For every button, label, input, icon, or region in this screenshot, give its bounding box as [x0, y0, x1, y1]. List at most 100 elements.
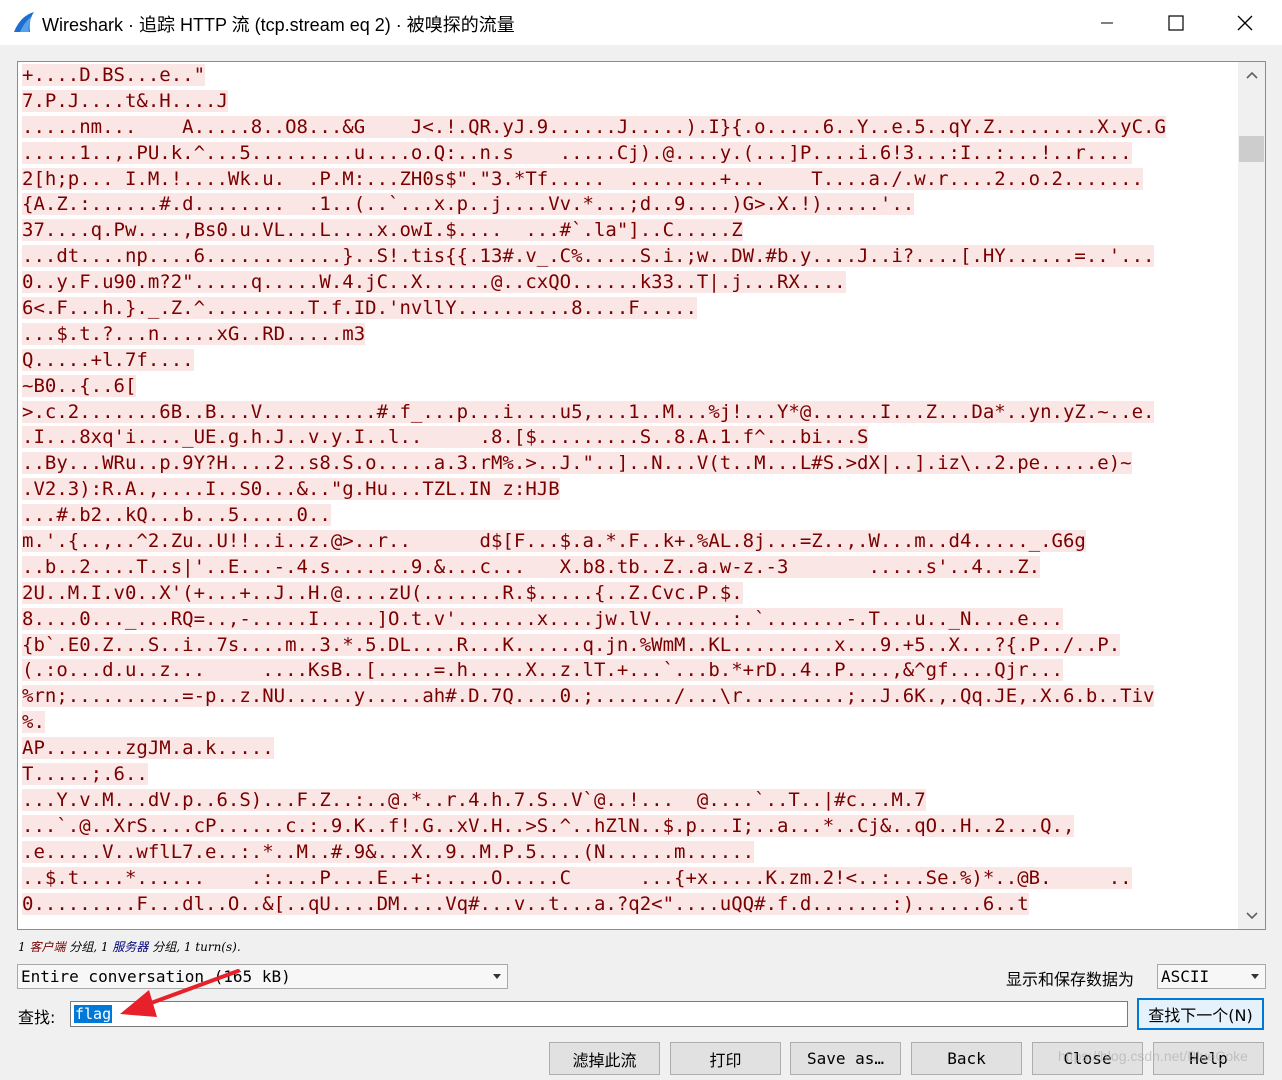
stream-line: .V2.3):R.A.,....I..S0...&.."g.Hu...TZL.I…	[18, 477, 1238, 503]
stream-line-text: 0.........F...dl..O..&[..qU....DM....Vq#…	[22, 892, 1029, 915]
stream-line: .....1..,.PU.k.^...5.........u....o.Q:..…	[18, 141, 1238, 167]
stream-line-text: 0..y.F.u90.m?2".....q.....W.4.jC..X.....…	[22, 271, 846, 294]
stream-content-area[interactable]: +....D.BS...e.." 7.P.J....t&.H....J .....n…	[17, 61, 1266, 930]
stream-line-text: ..$.t....*...... .:....P....E..+:.....O.…	[22, 866, 1132, 889]
client-label: 客户端	[29, 940, 66, 954]
stream-line-text: ~B0..{..6[	[22, 374, 137, 397]
stream-line-text: ...dt....np....6............}..S!.tis{{.…	[22, 245, 1155, 268]
wireshark-fin-icon	[14, 12, 34, 32]
stream-line-text: 2[h;p... I.M.!....Wk.u. .P.M:...ZH0s$"."…	[22, 167, 1144, 190]
find-input[interactable]: flag	[70, 1001, 1128, 1027]
minimize-icon	[1101, 22, 1113, 23]
stream-line: AP.......zgJM.a.k.....	[18, 736, 1238, 762]
back-button[interactable]: Back	[911, 1042, 1022, 1075]
stream-line-text: ..By...WRu..p.9Y?H....2..s8.S.o.....a.3.…	[22, 452, 1132, 475]
stream-line: 0..y.F.u90.m?2".....q.....W.4.jC..X.....…	[18, 270, 1238, 296]
stream-line: ...dt....np....6............}..S!.tis{{.…	[18, 244, 1238, 270]
stream-line-text: 2U..M.I.v0..X'(+...+..J..H.@....zU(.....…	[22, 581, 743, 604]
stream-line-text: {b`.E0.Z...S..i..7s....m..3.*.5.DL....R.…	[22, 633, 1121, 656]
stream-line: .e.....V..wflL7.e..:.*..M..#.9&...X..9..…	[18, 840, 1238, 866]
stream-line-text: .e.....V..wflL7.e..:.*..M..#.9&...X..9..…	[22, 840, 755, 863]
stream-line-text: ...Y.v.M...dV.p..6.S)...F.Z..:..@.*..r.4…	[22, 788, 926, 811]
find-next-button[interactable]: 查找下一个(N)	[1137, 998, 1264, 1030]
stream-line-text: T.....;.6..	[22, 763, 148, 786]
stream-line-text: Q.....+l.7f....	[22, 348, 194, 371]
close-icon	[1237, 15, 1253, 30]
stream-line-text: .....nm... A.....8..O8...&G J<.!.QR.yJ.9…	[22, 115, 1166, 138]
stream-text[interactable]: +....D.BS...e.." 7.P.J....t&.H....J .....n…	[18, 62, 1238, 929]
stream-line-text: 37....q.Pw....,Bs0.u.VL...L....x.owI.$..…	[22, 219, 743, 242]
stream-line-text: 8....0..._...RQ=..,-.....I.....]O.t.v'..…	[22, 607, 1063, 630]
stream-line: ...`.@..XrS....cP......c.:.9.K..f!.G..xV…	[18, 814, 1238, 840]
print-button[interactable]: 打印	[670, 1042, 781, 1075]
stream-line: ..b..2....T..s|'..E...-.4.s.......9.&...…	[18, 555, 1238, 581]
stream-line-text: 7.P.J....t&.H....J	[22, 89, 228, 112]
stream-line: (.:o...d.u..z... ....KsB..[.....=.h.....…	[18, 658, 1238, 684]
watermark-text: https://blog.csdn.net/BlueCoke	[1058, 1048, 1248, 1064]
format-label: 显示和保存数据为	[1006, 970, 1135, 989]
stream-line-text: %rn;..........=-p..z.NU......y.....ah#.D…	[22, 685, 1155, 708]
stream-line-text: .....1..,.PU.k.^...5.........u....o.Q:..…	[22, 141, 1132, 164]
stream-line-text: ...$.t.?...n.....xG..RD.....m3	[22, 322, 366, 345]
stream-line: 0.........F...dl..O..&[..qU....DM....Vq#…	[18, 892, 1238, 918]
stream-line-text: ...#.b2..kQ...b...5.....0..	[22, 504, 331, 527]
dropdown-arrow-icon	[1251, 974, 1259, 979]
stream-line: 2[h;p... I.M.!....Wk.u. .P.M:...ZH0s$"."…	[18, 167, 1238, 193]
stream-line: +....D.BS...e.."	[18, 63, 1238, 89]
find-input-value: flag	[74, 1005, 113, 1023]
stream-line-text: >.c.2.......6B..B...V..........#.f_...p.…	[22, 400, 1155, 423]
maximize-icon	[1168, 14, 1184, 31]
stream-line-text: m.'.{..,..^2.Zu..U!!..i..z.@>..r.. d$[F.…	[22, 530, 1086, 553]
stream-line: T.....;.6..	[18, 762, 1238, 788]
window-title: Wireshark · 追踪 HTTP 流 (tcp.stream eq 2) …	[42, 15, 515, 35]
stream-line: {A.Z.:......#.d........ .1..(..`...x.p..…	[18, 192, 1238, 218]
stream-line-text: +....D.BS...e.."	[22, 64, 206, 86]
summary-part-3: 分组, 1 turn(s).	[148, 940, 241, 954]
stream-line-text: 6<.F...h.}._.Z.^.........T.f.ID.'nvllY..…	[22, 297, 697, 320]
stream-line-text: (.:o...d.u..z... ....KsB..[.....=.h.....…	[22, 659, 1063, 682]
filter-out-button[interactable]: 滤掉此流	[549, 1042, 660, 1075]
maximize-button[interactable]	[1153, 0, 1199, 45]
stream-line-text: {A.Z.:......#.d........ .1..(..`...x.p..…	[22, 193, 915, 216]
scroll-up-button[interactable]	[1238, 62, 1265, 88]
stream-line: 7.P.J....t&.H....J	[18, 89, 1238, 115]
stream-line: ...$.t.?...n.....xG..RD.....m3	[18, 322, 1238, 348]
format-select[interactable]: ASCII	[1157, 964, 1266, 989]
stream-line: ...#.b2..kQ...b...5.....0..	[18, 503, 1238, 529]
stream-line: 2U..M.I.v0..X'(+...+..J..H.@....zU(.....…	[18, 581, 1238, 607]
stream-line: >.c.2.......6B..B...V..........#.f_...p.…	[18, 400, 1238, 426]
stream-line: ...Y.v.M...dV.p..6.S)...F.Z..:..@.*..r.4…	[18, 788, 1238, 814]
stream-line-text: %.	[22, 711, 45, 734]
scroll-thumb[interactable]	[1239, 136, 1264, 162]
stream-line: m.'.{..,..^2.Zu..U!!..i..z.@>..r.. d$[F.…	[18, 529, 1238, 555]
save-as-button[interactable]: Save as…	[790, 1042, 901, 1075]
find-label: 查找:	[18, 1008, 56, 1027]
conversation-select-value: Entire conversation (165 kB)	[21, 967, 291, 986]
conversation-select[interactable]: Entire conversation (165 kB)	[17, 964, 508, 989]
scroll-down-button[interactable]	[1238, 903, 1265, 929]
dropdown-arrow-icon	[493, 974, 501, 979]
stream-line: %.	[18, 710, 1238, 736]
stream-line-text: .V2.3):R.A.,....I..S0...&.."g.Hu...TZL.I…	[22, 478, 560, 501]
close-window-button[interactable]	[1222, 0, 1268, 45]
packet-summary: 1 客户端 分组, 1 服务器 分组, 1 turn(s).	[18, 938, 241, 955]
chevron-up-icon	[1245, 71, 1258, 79]
stream-line: 37....q.Pw....,Bs0.u.VL...L....x.owI.$..…	[18, 218, 1238, 244]
vertical-scrollbar[interactable]	[1238, 62, 1265, 929]
summary-part-1: 1	[18, 940, 30, 954]
stream-line: 6<.F...h.}._.Z.^.........T.f.ID.'nvllY..…	[18, 296, 1238, 322]
stream-line: {b`.E0.Z...S..i..7s....m..3.*.5.DL....R.…	[18, 633, 1238, 659]
stream-line: Q.....+l.7f....	[18, 348, 1238, 374]
stream-line: ..By...WRu..p.9Y?H....2..s8.S.o.....a.3.…	[18, 451, 1238, 477]
minimize-button[interactable]	[1084, 0, 1130, 45]
stream-line-text: ...`.@..XrS....cP......c.:.9.K..f!.G..xV…	[22, 814, 1075, 837]
stream-line: ..$.t....*...... .:....P....E..+:.....O.…	[18, 866, 1238, 892]
chevron-down-icon	[1245, 912, 1258, 920]
stream-line: .....nm... A.....8..O8...&G J<.!.QR.yJ.9…	[18, 115, 1238, 141]
stream-line: ~B0..{..6[	[18, 374, 1238, 400]
stream-line-text: ..b..2....T..s|'..E...-.4.s.......9.&...…	[22, 555, 1041, 578]
format-select-value: ASCII	[1161, 967, 1210, 986]
stream-line-text: .I...8xq'i...._UE.g.h.J..v.y.I..l.. .8.[…	[22, 426, 869, 449]
stream-line-text: AP.......zgJM.a.k.....	[22, 737, 274, 760]
stream-line: %rn;..........=-p..z.NU......y.....ah#.D…	[18, 684, 1238, 710]
